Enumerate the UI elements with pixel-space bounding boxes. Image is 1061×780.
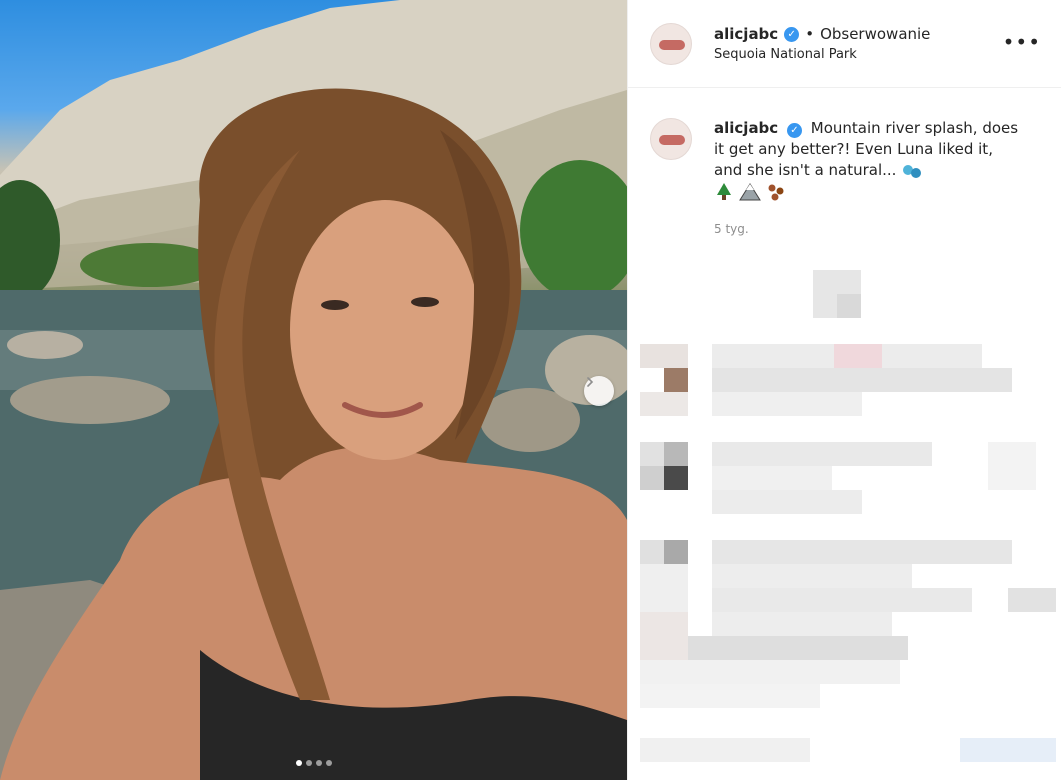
carousel-indicator — [0, 760, 627, 766]
instagram-post: alicjabc ✓ • Obserwowanie Sequoia Nation… — [0, 0, 1061, 780]
next-slide-button[interactable] — [584, 376, 614, 406]
header-text: alicjabc ✓ • Obserwowanie Sequoia Nation… — [714, 25, 930, 62]
header-username[interactable]: alicjabc — [714, 25, 778, 43]
evergreen-tree-emoji — [717, 182, 731, 200]
droplets-emoji — [903, 164, 922, 178]
post-photo[interactable] — [0, 0, 627, 780]
chevron-right-icon — [587, 377, 594, 387]
snow-mountain-emoji — [738, 182, 761, 200]
caption-avatar[interactable] — [650, 118, 692, 160]
post-side-panel: alicjabc ✓ • Obserwowanie Sequoia Nation… — [627, 0, 1061, 780]
carousel-dot — [295, 760, 302, 766]
more-options-icon[interactable]: ••• — [1003, 32, 1041, 52]
carousel-dot — [305, 760, 312, 766]
avatar[interactable] — [650, 22, 692, 65]
caption-text: alicjabc ✓ Mountain river splash, does i… — [714, 118, 1020, 202]
post-header: alicjabc ✓ • Obserwowanie Sequoia Nation… — [628, 0, 1061, 88]
carousel-dot — [325, 760, 332, 766]
post-time: 5 tyg. — [714, 222, 749, 236]
separator-bullet: • — [805, 25, 815, 43]
verified-badge-icon: ✓ — [784, 26, 800, 42]
carousel-dot — [315, 760, 322, 766]
pixelated-comments — [640, 270, 1056, 762]
caption: alicjabc ✓ Mountain river splash, does i… — [650, 118, 1042, 236]
photo-illustration — [0, 0, 627, 780]
verified-badge-icon: ✓ — [786, 123, 802, 138]
location-link[interactable]: Sequoia National Park — [714, 47, 930, 62]
follow-state-button[interactable]: Obserwowanie — [820, 25, 930, 43]
caption-username[interactable]: alicjabc — [714, 119, 778, 137]
paw-prints-emoji — [768, 184, 784, 200]
